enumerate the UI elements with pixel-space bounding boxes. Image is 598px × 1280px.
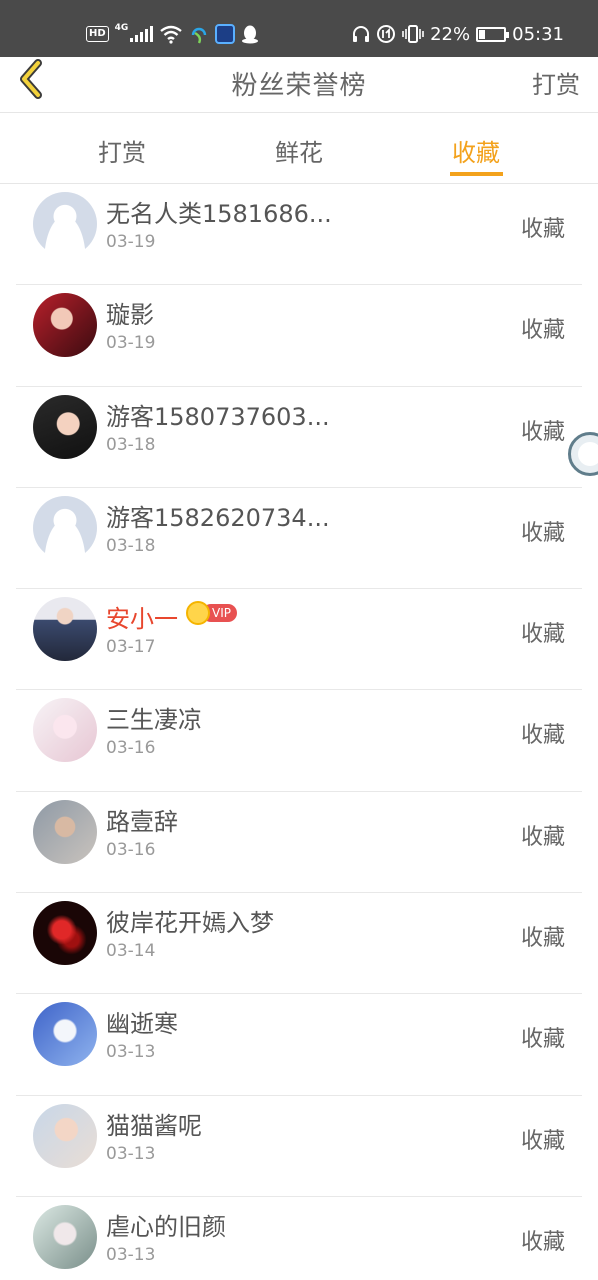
fan-date: 03-14 xyxy=(106,941,156,962)
battery-percent: 22% xyxy=(430,23,471,45)
title-bar: 粉丝荣誉榜 打赏 xyxy=(0,57,598,113)
network-type-label: 4G xyxy=(114,23,129,33)
fan-row[interactable]: 安小一 VIP 03-17 收藏 xyxy=(0,589,598,691)
fan-name: 猫猫酱呢 xyxy=(106,1111,202,1140)
fan-action-label: 收藏 xyxy=(520,1229,565,1255)
fan-date: 03-18 xyxy=(106,434,156,455)
user-avatar[interactable] xyxy=(33,1103,97,1168)
fan-date: 03-19 xyxy=(106,232,156,252)
fan-action-label: 收藏 xyxy=(520,419,565,445)
user-avatar[interactable] xyxy=(33,1002,97,1067)
fan-date: 03-13 xyxy=(106,1042,156,1063)
fan-name: 三生凄凉 xyxy=(106,706,202,735)
user-avatar[interactable] xyxy=(33,901,97,966)
tab-reward[interactable]: 打赏 xyxy=(72,133,172,168)
user-avatar[interactable] xyxy=(33,394,97,459)
status-left-icons: HD 4G xyxy=(86,20,259,48)
fan-date: 03-19 xyxy=(106,333,156,354)
fan-row[interactable]: 无名人类1581686... 03-19 收藏 xyxy=(0,184,598,286)
tab-favorites[interactable]: 收藏 xyxy=(426,133,526,168)
fan-action-label: 收藏 xyxy=(520,824,565,850)
fan-date: 03-18 xyxy=(106,535,156,556)
fan-date: 03-17 xyxy=(106,637,156,658)
headset-app-icon xyxy=(192,27,207,44)
battery-icon xyxy=(476,26,510,42)
user-avatar[interactable] xyxy=(33,597,97,662)
fan-name: 游客1582620734... xyxy=(106,503,330,532)
fan-name: 璇影 xyxy=(106,301,154,330)
crown-icon xyxy=(186,601,210,626)
fan-row[interactable]: 三生凄凉 03-16 收藏 xyxy=(0,690,598,792)
fan-name: 虐心的旧颜 xyxy=(106,1212,226,1241)
app-icon xyxy=(215,24,236,44)
fan-name: 彼岸花开嫣入梦 xyxy=(106,909,274,938)
hd-icon: HD xyxy=(86,26,109,42)
fan-action-label: 收藏 xyxy=(520,520,565,546)
data-saver-icon xyxy=(377,25,396,43)
tab-bar: 打赏 鲜花 收藏 xyxy=(0,113,598,184)
status-time: 05:31 xyxy=(512,23,564,45)
user-avatar[interactable] xyxy=(33,293,97,358)
fan-action-label: 收藏 xyxy=(520,926,565,952)
fan-name: 无名人类1581686... xyxy=(106,200,332,228)
active-tab-indicator xyxy=(450,172,503,176)
user-avatar[interactable] xyxy=(33,799,97,864)
status-bar: HD 4G 22% 05:31 xyxy=(0,0,598,57)
fan-date: 03-13 xyxy=(106,1143,156,1164)
fan-action-label: 收藏 xyxy=(520,723,565,749)
fan-row[interactable]: 幽逝寒 03-13 收藏 xyxy=(0,994,598,1096)
status-right-icons: 22% 05:31 xyxy=(352,20,564,48)
vibrate-icon xyxy=(402,25,424,43)
fan-list: 无名人类1581686... 03-19 收藏 璇影 03-19 收藏 游客15807376… xyxy=(0,184,598,1280)
reward-button[interactable]: 打赏 xyxy=(532,65,580,100)
fan-name: 安小一 xyxy=(106,605,178,634)
tab-flowers[interactable]: 鲜花 xyxy=(249,133,349,168)
fan-action-label: 收藏 xyxy=(520,622,565,648)
user-avatar[interactable] xyxy=(33,698,97,763)
fan-row[interactable]: 虐心的旧颜 03-13 收藏 xyxy=(0,1197,598,1280)
fan-action-label: 收藏 xyxy=(520,1128,565,1154)
qq-icon xyxy=(242,25,259,44)
fan-row[interactable]: 路壹辞 03-16 收藏 xyxy=(0,792,598,894)
fan-name: 路壹辞 xyxy=(106,807,178,836)
fan-action-label: 收藏 xyxy=(520,1027,565,1053)
fan-row[interactable]: 游客1580737603... 03-18 收藏 xyxy=(0,387,598,488)
fan-date: 03-16 xyxy=(106,738,156,759)
assistant-icon xyxy=(578,442,598,466)
user-avatar[interactable] xyxy=(33,1204,97,1269)
fan-row[interactable]: 游客1582620734... 03-18 收藏 xyxy=(0,488,598,590)
fan-row[interactable]: 璇影 03-19 收藏 xyxy=(0,285,598,387)
fan-row[interactable]: 猫猫酱呢 03-13 收藏 xyxy=(0,1096,598,1197)
fan-date: 03-16 xyxy=(106,839,156,860)
fan-name: 游客1580737603... xyxy=(106,402,330,431)
battery-fill xyxy=(479,29,486,39)
fan-action-label: 收藏 xyxy=(520,318,565,344)
headphones-icon xyxy=(353,26,370,42)
fan-date: 03-13 xyxy=(106,1244,156,1265)
signal-icon xyxy=(130,26,154,42)
vip-badge: VIP xyxy=(186,601,237,626)
default-avatar[interactable] xyxy=(33,495,97,560)
default-avatar[interactable] xyxy=(33,192,97,256)
fan-name: 幽逝寒 xyxy=(106,1010,178,1039)
fan-row[interactable]: 彼岸花开嫣入梦 03-14 收藏 xyxy=(0,893,598,995)
fan-action-label: 收藏 xyxy=(520,217,565,242)
wifi-icon xyxy=(160,25,183,44)
page-title: 粉丝荣誉榜 xyxy=(231,71,367,101)
